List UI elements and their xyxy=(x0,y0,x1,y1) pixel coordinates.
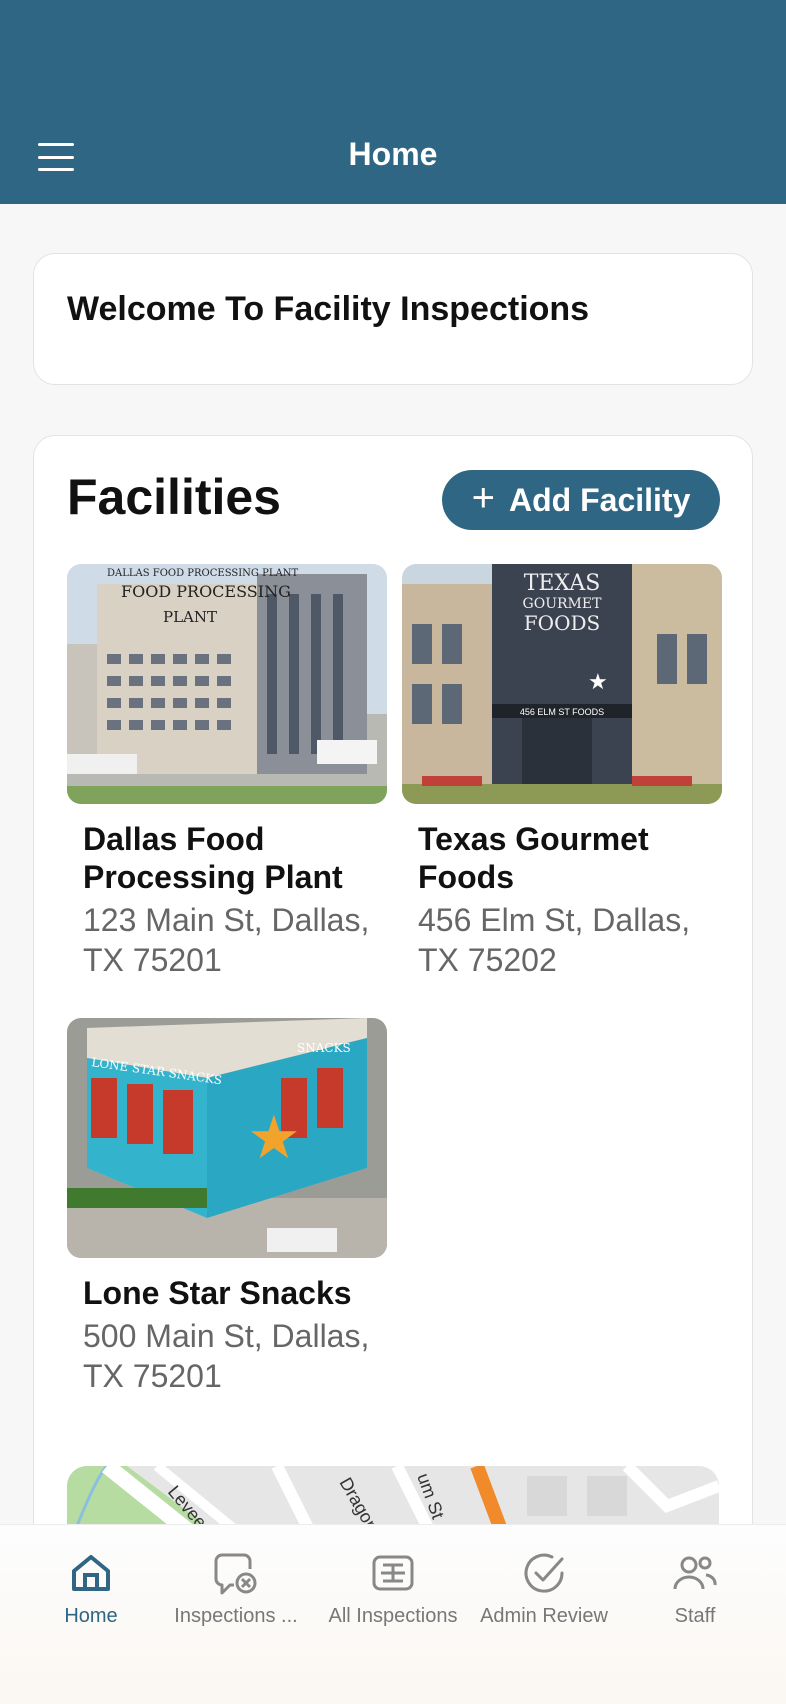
tab-label: Home xyxy=(64,1605,118,1627)
svg-text:SNACKS: SNACKS xyxy=(297,1041,351,1055)
facility-image-dallas-food-processing-plant: DALLAS FOOD PROCESSING PLANT FOOD PROCES… xyxy=(67,564,387,804)
tab-staff[interactable]: Staff xyxy=(620,1551,770,1628)
add-facility-label: Add Facility xyxy=(509,481,691,518)
svg-text:GOURMET: GOURMET xyxy=(523,596,603,612)
app-header: Home xyxy=(0,0,786,204)
tab-label: Inspections ... xyxy=(174,1605,298,1627)
list-box-icon xyxy=(372,1555,414,1591)
tab-label: Admin Review xyxy=(480,1605,608,1627)
facilities-title: Facilities xyxy=(67,469,281,525)
tab-inspections[interactable]: Inspections ... xyxy=(161,1551,311,1628)
page-title: Home xyxy=(348,136,438,172)
welcome-card: Welcome To Facility Inspections xyxy=(33,253,753,385)
home-icon xyxy=(72,1555,110,1591)
facilities-card: Facilities + Add Facility DALLAS FOOD PR… xyxy=(33,435,753,1704)
bottom-tab-bar: Home Inspections ... All Inspections Adm… xyxy=(0,1524,786,1704)
facility-card-lone-star-snacks[interactable]: ★ LONE STAR SNACKS SNACKS Lone Star Snac… xyxy=(67,1018,387,1396)
add-facility-button[interactable]: + Add Facility xyxy=(442,470,720,530)
facility-card-texas-gourmet-foods[interactable]: TEXAS GOURMET FOODS ★ 456 ELM ST FOODS T… xyxy=(402,564,722,980)
svg-text:TEXAS: TEXAS xyxy=(524,571,601,596)
svg-text:PLANT: PLANT xyxy=(163,608,217,626)
people-icon xyxy=(673,1556,717,1590)
welcome-heading: Welcome To Facility Inspections xyxy=(67,290,590,328)
svg-text:DALLAS FOOD PROCESSING PLANT: DALLAS FOOD PROCESSING PLANT xyxy=(107,568,298,579)
tab-label: All Inspections xyxy=(328,1605,458,1627)
svg-text:★: ★ xyxy=(588,669,608,694)
facility-address: 123 Main St, Dallas, TX 75201 xyxy=(83,902,370,978)
chat-cancel-icon xyxy=(214,1553,257,1595)
facility-name: Dallas Food Processing Plant xyxy=(83,821,343,895)
tab-home[interactable]: Home xyxy=(16,1551,166,1628)
tab-admin-review[interactable]: Admin Review xyxy=(469,1551,619,1628)
facility-image-texas-gourmet-foods: TEXAS GOURMET FOODS ★ 456 ELM ST FOODS xyxy=(402,564,722,804)
plus-icon: + xyxy=(471,476,495,520)
svg-text:FOODS: FOODS xyxy=(524,611,600,635)
svg-text:★: ★ xyxy=(247,1104,301,1171)
facility-card-dallas-food-processing-plant[interactable]: DALLAS FOOD PROCESSING PLANT FOOD PROCES… xyxy=(67,564,387,980)
facility-address: 500 Main St, Dallas, TX 75201 xyxy=(83,1318,370,1394)
facility-name: Lone Star Snacks xyxy=(83,1275,352,1311)
facility-image-lone-star-snacks: ★ LONE STAR SNACKS SNACKS xyxy=(67,1018,387,1258)
tab-all-inspections[interactable]: All Inspections xyxy=(318,1551,468,1628)
svg-text:456 ELM ST FOODS: 456 ELM ST FOODS xyxy=(520,707,604,717)
check-circle-icon xyxy=(524,1553,564,1593)
facility-address: 456 Elm St, Dallas, TX 75202 xyxy=(418,902,691,978)
svg-text:FOOD PROCESSING: FOOD PROCESSING xyxy=(121,582,291,601)
facility-name: Texas Gourmet Foods xyxy=(418,821,649,895)
tab-label: Staff xyxy=(674,1605,716,1627)
